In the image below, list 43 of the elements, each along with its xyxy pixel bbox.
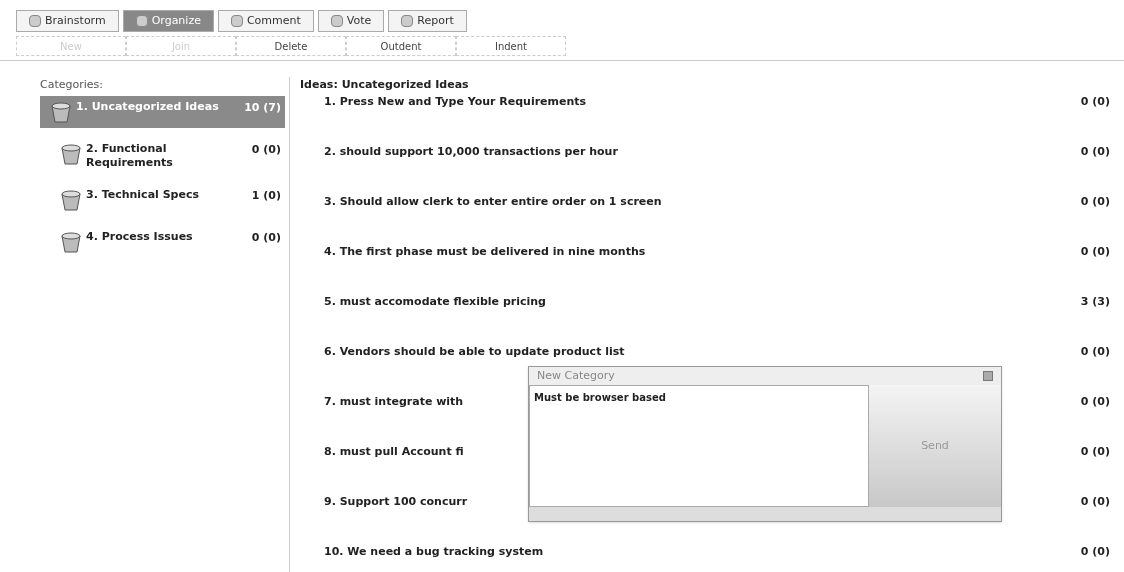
idea-count: 0 (0) [1080, 443, 1110, 460]
tab-icon [29, 15, 41, 27]
category-item[interactable]: 2. Functional Requirements 0 (0) [40, 137, 285, 174]
idea-text[interactable]: 3. Should allow clerk to enter entire order on 1 screen [324, 193, 662, 244]
bucket-icon [50, 99, 72, 124]
ideas-title: Ideas: Uncategorized Ideas [300, 77, 470, 93]
tab-icon [135, 15, 148, 27]
category-item[interactable]: 3. Technical Specs 1 (0) [40, 183, 285, 216]
bucket-icon [60, 187, 82, 212]
idea-text[interactable]: 4. The first phase must be delivered in nine months [324, 243, 646, 294]
toolbar-button[interactable]: Indent [456, 36, 566, 56]
idea-count: 0 (0) [1080, 393, 1110, 410]
tab[interactable]: Report [388, 10, 467, 32]
toolbar-button[interactable]: Outdent [346, 36, 456, 56]
categories-title: Categories: [40, 77, 104, 93]
message-field[interactable]: Must be browser based [529, 385, 869, 507]
idea-count: 0 (0) [1080, 193, 1110, 210]
idea-count: 0 (0) [1080, 543, 1110, 560]
idea-count: 3 (3) [1080, 293, 1110, 310]
idea-text[interactable]: 7. must integrate with [324, 393, 464, 444]
toolbar-button[interactable]: Delete [236, 36, 346, 56]
dialog-title: New Category [537, 367, 615, 384]
tab[interactable]: Vote [317, 10, 385, 32]
tab-icon [230, 15, 243, 27]
category-item[interactable]: 4. Process Issues 0 (0) [40, 225, 285, 258]
idea-text[interactable]: 1. Press New and Type Your Requirements [324, 93, 587, 144]
tab[interactable]: Brainstorm [16, 10, 119, 32]
idea-count: 0 (0) [1080, 143, 1110, 160]
idea-count: 0 (0) [1080, 493, 1110, 510]
idea-text[interactable]: 9. Support 100 concurr [324, 493, 468, 544]
tab[interactable]: Comment [217, 10, 314, 32]
tab-icon [401, 15, 414, 27]
idea-count: 0 (0) [1080, 93, 1110, 110]
idea-count: 0 (0) [1080, 343, 1110, 360]
idea-count: 0 (0) [1080, 243, 1110, 260]
tab-icon [330, 15, 343, 27]
idea-text[interactable]: 8. must pull Account fi [324, 443, 464, 494]
idea-text[interactable]: 10. We need a bug tracking system [324, 543, 544, 572]
bucket-icon [60, 141, 82, 166]
bucket-icon [60, 229, 82, 254]
idea-text[interactable]: 2. should support 10,000 transactions per hour [324, 143, 618, 194]
idea-text[interactable]: 5. must accomodate flexible pricing [324, 293, 546, 344]
tab[interactable]: Organize [122, 10, 214, 32]
